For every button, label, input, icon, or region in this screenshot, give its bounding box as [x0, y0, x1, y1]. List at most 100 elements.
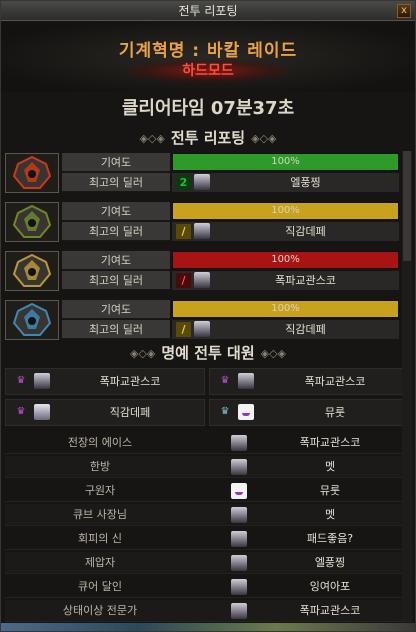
dealer-name: 직감데페: [285, 323, 326, 336]
award-player: 멧: [324, 508, 336, 521]
award-player: 뮤룻: [319, 484, 341, 497]
class-badge-icon: 2: [176, 175, 191, 190]
mode-badge: 하드모드: [128, 60, 288, 82]
blue-crest-portrait: [5, 300, 59, 340]
avatar: [231, 459, 247, 475]
contribution-label: 기여도: [62, 153, 170, 172]
dealer-name: 폭파교관스코: [275, 274, 336, 287]
contribution-bar: 100%: [172, 153, 399, 171]
avatar: [194, 272, 210, 288]
dealer-name: 엘풍찡: [290, 176, 321, 189]
contribution-label: 기여도: [62, 251, 170, 270]
contribution-label: 기여도: [62, 300, 170, 319]
contribution-bar: 100%: [172, 300, 399, 318]
avatar: [194, 223, 210, 239]
award-title: 회피의 신: [78, 532, 122, 545]
honor-name: 폭파교관스코: [99, 375, 161, 388]
award-player: 패드좋음?: [306, 532, 354, 545]
award-row[interactable]: 상태이상 전문가 폭파교관스코: [5, 600, 413, 622]
award-player: 엘풍찡: [314, 556, 346, 569]
award-title: 구원자: [84, 484, 116, 497]
award-row[interactable]: 큐브 사장님 멧: [5, 504, 413, 526]
section-title: 명예 전투 대원: [161, 344, 255, 362]
window-titlebar[interactable]: 전투 리포팅 x: [1, 1, 415, 21]
avatar: [231, 531, 247, 547]
raid-title: 기계혁명 : 바칼 레이드: [118, 41, 298, 61]
section-header-combat: ◈◇◈ 전투 리포팅 ◈◇◈: [1, 127, 415, 149]
avatar: [194, 321, 210, 337]
party-row: 기여도 최고의 딜러 100% / 직감데페: [4, 202, 399, 242]
honor-cell[interactable]: ♛ 폭파교관스코: [5, 368, 205, 395]
best-dealer-label: 최고의 딜러: [62, 320, 170, 339]
award-player: 멧: [324, 460, 336, 473]
honor-name: 직감데페: [109, 406, 151, 419]
ornament-right-icon: ◈◇◈: [251, 131, 277, 145]
scrollbar-thumb[interactable]: [403, 151, 411, 261]
award-row[interactable]: 큐어 달인 잉여아포: [5, 576, 413, 598]
award-player: 폭파교관스코: [299, 436, 361, 449]
window-title: 전투 리포팅: [178, 4, 238, 18]
clear-time: 클리어타임 07분37초: [121, 98, 295, 119]
honor-grid: ♛ 폭파교관스코 ♛ 폭파교관스코 ♛ 직감데페 ♛ 뮤룻: [5, 368, 411, 427]
avatar: [231, 483, 247, 499]
avatar: [238, 373, 254, 389]
award-row[interactable]: 회피의 신 패드좋음?: [5, 528, 413, 550]
class-badge-icon: /: [176, 224, 191, 239]
award-player: 폭파교관스코: [299, 604, 361, 617]
avatar: [231, 435, 247, 451]
honor-name: 뮤룻: [324, 406, 346, 419]
award-player: 잉여아포: [309, 580, 351, 593]
avatar: [231, 555, 247, 571]
best-dealer-cell: 2 엘풍찡: [172, 173, 399, 192]
dealer-name: 직감데페: [285, 225, 326, 238]
honor-cell[interactable]: ♛ 폭파교관스코: [209, 368, 411, 395]
best-dealer-label: 최고의 딜러: [62, 271, 170, 290]
award-title: 큐어 달인: [78, 580, 122, 593]
report-window: 전투 리포팅 x 기계혁명 : 바칼 레이드 하드모드 클리어타임 07분37초…: [0, 0, 416, 632]
ornament-right-icon: ◈◇◈: [260, 346, 287, 360]
crown-icon: ♛: [220, 375, 230, 386]
avatar: [231, 603, 247, 619]
contribution-value: 100%: [271, 303, 300, 314]
contribution-label: 기여도: [62, 202, 170, 221]
red-crest-portrait: [5, 153, 59, 193]
best-dealer-cell: / 직감데페: [172, 320, 399, 339]
avatar: [34, 404, 50, 420]
best-dealer-label: 최고의 딜러: [62, 173, 170, 192]
contribution-bar: 100%: [172, 251, 399, 269]
ornament-left-icon: ◈◇◈: [139, 131, 165, 145]
scrollbar[interactable]: [402, 151, 412, 621]
award-row[interactable]: 전장의 에이스 폭파교관스코: [5, 432, 413, 454]
avatar: [231, 579, 247, 595]
crown-icon: ♛: [16, 406, 26, 417]
award-title: 상태이상 전문가: [62, 604, 138, 617]
contribution-value: 100%: [271, 156, 300, 167]
best-dealer-cell: / 폭파교관스코: [172, 271, 399, 290]
close-button[interactable]: x: [397, 4, 411, 18]
section-title: 전투 리포팅: [170, 129, 246, 147]
honor-cell[interactable]: ♛ 뮤룻: [209, 399, 411, 426]
award-title: 한방: [89, 460, 111, 473]
ornament-left-icon: ◈◇◈: [129, 346, 156, 360]
best-dealer-cell: / 직감데페: [172, 222, 399, 241]
party-row: 기여도 최고의 딜러 100% / 직감데페: [4, 300, 399, 340]
green-crest-portrait: [5, 202, 59, 242]
class-badge-icon: /: [176, 322, 191, 337]
crown-icon: ♛: [16, 375, 26, 386]
contribution-bar: 100%: [172, 202, 399, 220]
award-row[interactable]: 구원자 뮤룻: [5, 480, 413, 502]
class-badge-icon: /: [176, 273, 191, 288]
honor-name: 폭파교관스코: [304, 375, 366, 388]
avatar: [34, 373, 50, 389]
crown-icon: ♛: [220, 406, 230, 417]
party-row: 기여도 최고의 딜러 100% / 폭파교관스코: [4, 251, 399, 291]
honor-cell[interactable]: ♛ 직감데페: [5, 399, 205, 426]
gold-crest-portrait: [5, 251, 59, 291]
award-row[interactable]: 제압자 엘풍찡: [5, 552, 413, 574]
contribution-value: 100%: [271, 205, 300, 216]
award-title: 전장의 에이스: [67, 436, 133, 449]
contribution-value: 100%: [271, 254, 300, 265]
avatar: [194, 174, 210, 190]
award-row[interactable]: 한방 멧: [5, 456, 413, 478]
avatar: [238, 404, 254, 420]
